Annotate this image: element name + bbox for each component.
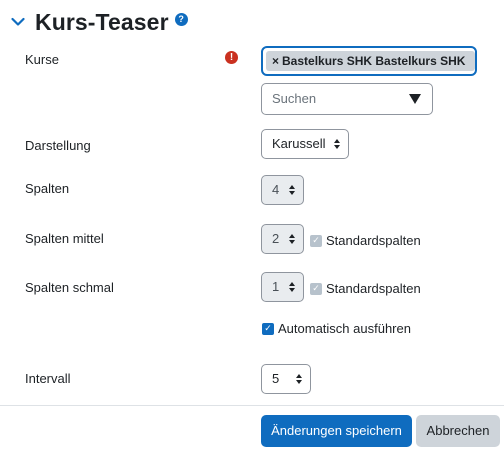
autoplay-label: Automatisch ausführen (278, 321, 411, 336)
caret-down-icon (409, 94, 421, 104)
intervall-label: Intervall (25, 371, 71, 386)
remove-chip-icon[interactable]: × (272, 54, 279, 68)
section-header: Kurs-Teaser ? (10, 6, 188, 38)
standardspalten-schmal-label: Standardspalten (326, 281, 421, 296)
save-button[interactable]: Änderungen speichern (261, 415, 412, 447)
selected-courses-box[interactable]: × Bastelkurs SHK Bastelkurs SHK (261, 46, 477, 76)
footer-divider (0, 405, 504, 406)
select-arrows-icon (289, 185, 295, 195)
autoplay-row: ✓ Automatisch ausführen (262, 321, 411, 336)
darstellung-label: Darstellung (25, 138, 91, 153)
spalten-mittel-label: Spalten mittel (25, 231, 104, 246)
spalten-mittel-value: 2 (272, 231, 280, 246)
kurse-label: Kurse (25, 52, 59, 67)
course-search-placeholder: Suchen (272, 91, 317, 106)
spalten-value: 4 (272, 182, 280, 197)
darstellung-value: Karussell (272, 136, 326, 151)
intervall-select[interactable]: 5 (261, 364, 311, 394)
select-arrows-icon (289, 234, 295, 244)
standardspalten-mittel-checkbox[interactable]: ✓ (310, 234, 322, 247)
course-search-select[interactable]: Suchen (261, 83, 433, 115)
standardspalten-mittel-row: ✓ Standardspalten (310, 233, 421, 248)
help-icon[interactable]: ? (174, 12, 188, 26)
intervall-value: 5 (272, 371, 280, 386)
select-arrows-icon (296, 374, 302, 384)
course-chip-label: Bastelkurs SHK Bastelkurs SHK (282, 54, 466, 68)
select-arrows-icon (334, 139, 340, 149)
standardspalten-schmal-checkbox[interactable]: ✓ (310, 282, 322, 295)
required-icon: ! (225, 51, 238, 64)
spalten-label: Spalten (25, 181, 70, 196)
settings-form: Kurs-Teaser ? Kurse ! × Bastelkurs SHK Ba… (0, 0, 504, 450)
standardspalten-mittel-label: Standardspalten (326, 233, 421, 248)
spalten-schmal-select[interactable]: 1 (261, 272, 304, 302)
select-arrows-icon (289, 282, 295, 292)
darstellung-select[interactable]: Karussell (261, 129, 349, 159)
spalten-schmal-label: Spalten schmal (25, 280, 114, 295)
chevron-down-icon[interactable] (10, 14, 26, 30)
spalten-select[interactable]: 4 (261, 175, 304, 205)
autoplay-checkbox[interactable]: ✓ (262, 322, 274, 335)
course-chip[interactable]: × Bastelkurs SHK Bastelkurs SHK (266, 51, 475, 71)
section-title: Kurs-Teaser (35, 8, 169, 35)
cancel-button[interactable]: Abbrechen (416, 415, 500, 447)
standardspalten-schmal-row: ✓ Standardspalten (310, 281, 421, 296)
spalten-schmal-value: 1 (272, 279, 280, 294)
spalten-mittel-select[interactable]: 2 (261, 224, 304, 254)
